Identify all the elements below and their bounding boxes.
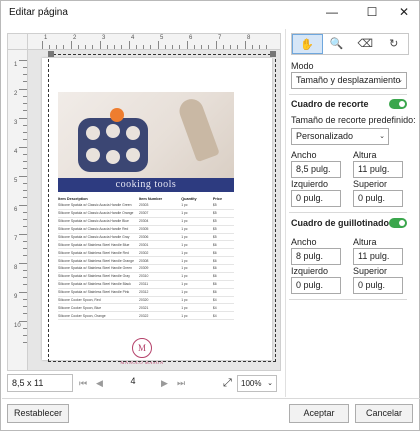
- accept-button[interactable]: Aceptar: [289, 404, 349, 423]
- trim-box-toggle[interactable]: [389, 218, 407, 228]
- eraser-tool-icon[interactable]: ⌫: [351, 34, 380, 54]
- ruler-number: 3: [14, 120, 18, 126]
- ruler-number: 6: [14, 207, 18, 213]
- window-title: Editar página: [9, 7, 68, 18]
- previous-page-icon[interactable]: ◀: [96, 378, 103, 389]
- ruler-number: 9: [14, 294, 18, 300]
- crop-handle[interactable]: [48, 51, 54, 57]
- zoom-tool-icon[interactable]: 🔍: [323, 34, 352, 54]
- title-bar: Editar página — ☐ ✕: [1, 1, 419, 25]
- mode-select[interactable]: Tamaño y desplazamiento ⌄: [291, 72, 407, 89]
- trim-left-label: Izquierdo: [291, 266, 329, 276]
- crop-box-toggle[interactable]: [389, 99, 407, 109]
- ruler-number: 8: [14, 265, 18, 271]
- crop-left-input[interactable]: 0 pulg.: [291, 190, 341, 207]
- crop-top-input[interactable]: 0 pulg.: [353, 190, 403, 207]
- mode-value: Tamaño y desplazamiento: [296, 75, 401, 85]
- crop-preset-value: Personalizado: [296, 131, 354, 141]
- trim-height-label: Altura: [353, 237, 377, 247]
- ruler-number: 4: [131, 35, 135, 41]
- crop-top-label: Superior: [353, 179, 388, 189]
- ruler-number: 7: [218, 35, 222, 41]
- trim-box-heading: Cuadro de guillotinado: [291, 218, 389, 228]
- reset-button[interactable]: Restablecer: [7, 404, 69, 423]
- minimize-button[interactable]: —: [315, 1, 349, 25]
- crop-height-input[interactable]: 11 pulg.: [353, 161, 403, 178]
- crop-box-heading: Cuadro de recorte: [291, 99, 369, 109]
- crop-preset-select[interactable]: Personalizado ⌄: [291, 128, 389, 145]
- panel-divider: [285, 29, 286, 397]
- close-button[interactable]: ✕: [387, 1, 420, 25]
- ruler-number: 7: [14, 236, 18, 242]
- first-page-icon[interactable]: ⏮: [79, 378, 87, 389]
- hand-tool-icon[interactable]: ✋: [292, 34, 323, 54]
- next-page-icon[interactable]: ▶: [161, 378, 168, 389]
- ruler-number: 1: [14, 62, 18, 68]
- crop-width-input[interactable]: 8,5 pulg.: [291, 161, 341, 178]
- cancel-button[interactable]: Cancelar: [355, 404, 413, 423]
- ruler-number: 6: [189, 35, 193, 41]
- trim-top-label: Superior: [353, 266, 388, 276]
- chevron-down-icon: ⌄: [267, 380, 273, 387]
- crop-preset-label: Tamaño de recorte predefinido:: [291, 115, 416, 125]
- ruler-top: 1 2 3 4 5 6 7 8: [28, 34, 280, 50]
- fit-page-icon[interactable]: ⤢: [223, 377, 232, 390]
- page-number[interactable]: 4: [115, 376, 151, 386]
- maximize-button[interactable]: ☐: [355, 1, 389, 25]
- zoom-value: 100%: [241, 379, 262, 388]
- edit-page-dialog: Editar página — ☐ ✕ 1 2 3 4 5 6 7 8 1 2 3 4 5 6 7 8 9 10: [0, 0, 420, 431]
- chevron-down-icon: ⌄: [379, 133, 385, 140]
- ruler-number: 5: [14, 178, 18, 184]
- crop-width-label: Ancho: [291, 150, 317, 160]
- last-page-icon[interactable]: ⏭: [177, 378, 185, 389]
- footer-divider: [2, 398, 420, 399]
- mode-label: Modo: [291, 61, 314, 71]
- ruler-number: 4: [14, 149, 18, 155]
- ruler-number: 2: [14, 91, 18, 97]
- tool-toolbar: ✋ 🔍 ⌫ ↻: [291, 33, 409, 55]
- page-preview[interactable]: 12345678 1 2 3 4 5 6 7 8 9 10 cooking tools: [7, 33, 281, 371]
- page-size-field: 8,5 x 11: [7, 374, 73, 392]
- ruler-number: 1: [44, 35, 48, 41]
- ruler-number: 2: [73, 35, 77, 41]
- ruler-number: 8: [247, 35, 251, 41]
- crop-left-label: Izquierdo: [291, 179, 329, 189]
- ruler-corner: [8, 34, 28, 50]
- rotate-tool-icon[interactable]: ↻: [380, 34, 409, 54]
- section-divider: [289, 94, 407, 95]
- trim-left-input[interactable]: 0 pulg.: [291, 277, 341, 294]
- ruler-left: 1 2 3 4 5 6 7 8 9 10: [8, 50, 28, 370]
- crop-box-outline[interactable]: [48, 54, 276, 362]
- ruler-number: 5: [160, 35, 164, 41]
- ruler-number: 3: [102, 35, 106, 41]
- chevron-down-icon: ⌄: [397, 77, 403, 84]
- trim-width-label: Ancho: [291, 237, 317, 247]
- section-divider: [289, 299, 407, 300]
- zoom-select[interactable]: 100% ⌄: [237, 375, 277, 392]
- trim-width-input[interactable]: 8 pulg.: [291, 248, 341, 265]
- ruler-number: 10: [14, 323, 21, 329]
- section-divider: [289, 212, 407, 213]
- crop-handle[interactable]: [270, 51, 276, 57]
- trim-height-input[interactable]: 11 pulg.: [353, 248, 403, 265]
- crop-height-label: Altura: [353, 150, 377, 160]
- trim-top-input[interactable]: 0 pulg.: [353, 277, 403, 294]
